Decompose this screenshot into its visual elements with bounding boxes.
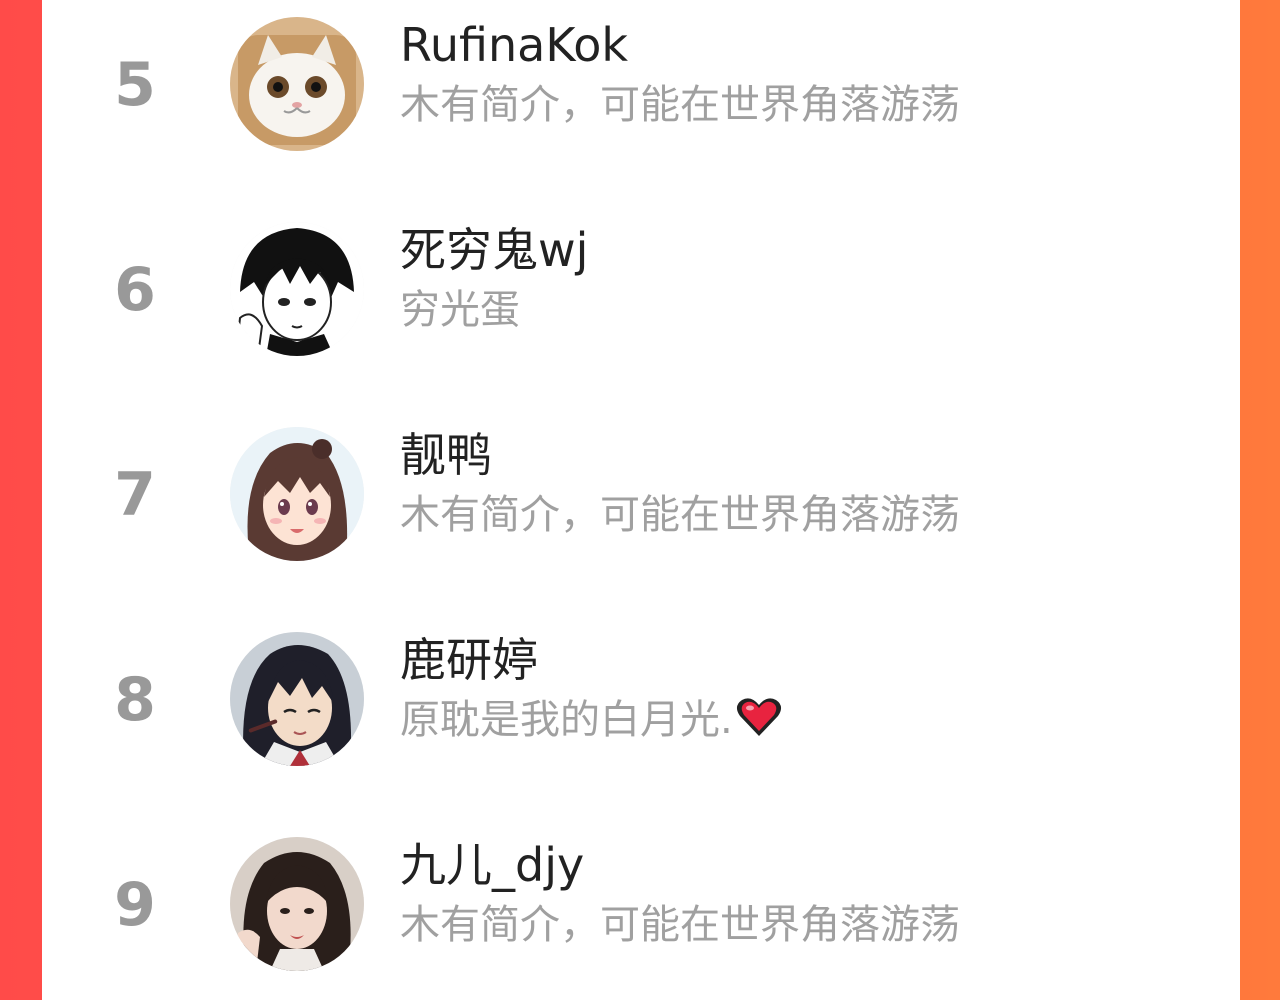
cat-avatar[interactable]	[230, 17, 364, 151]
heart-icon	[735, 696, 783, 740]
ranking-row[interactable]: 5 RufinaKok 木有简介，可能在世界角落游荡	[42, 2, 1240, 208]
user-bio: 木有简介，可能在世界角落游荡	[400, 902, 960, 948]
user-bio: 原耽是我的白月光.	[400, 693, 783, 747]
rank-number: 7	[114, 460, 156, 530]
manga-boy-avatar[interactable]	[230, 222, 364, 356]
user-bio: 木有简介，可能在世界角落游荡	[400, 492, 960, 538]
ranking-row[interactable]: 9 九儿_djy 木有简介，可能在世界角落游荡	[42, 822, 1240, 1000]
user-bio-text: 原耽是我的白月光.	[400, 697, 733, 743]
ranking-card: 5 RufinaKok 木有简介，可能在世界角落游荡 6 死穷鬼wj 穷光蛋 7…	[42, 0, 1240, 1000]
rank-number: 8	[114, 665, 156, 735]
rank-number: 5	[114, 50, 156, 120]
username: 鹿研婷	[400, 633, 538, 687]
ranking-row[interactable]: 6 死穷鬼wj 穷光蛋	[42, 207, 1240, 413]
anime-girl-avatar[interactable]	[230, 427, 364, 561]
cat-avatar-image	[230, 17, 364, 151]
username: 靓鸭	[400, 428, 492, 482]
username: RufinaKok	[400, 18, 629, 72]
photo-girl-avatar[interactable]	[230, 837, 364, 971]
page-background: 5 RufinaKok 木有简介，可能在世界角落游荡 6 死穷鬼wj 穷光蛋 7…	[0, 0, 1280, 1000]
username: 九儿_djy	[400, 838, 585, 892]
photo-girl-avatar-image	[230, 837, 364, 971]
anime-girl-avatar-image	[230, 427, 364, 561]
username: 死穷鬼wj	[400, 223, 589, 277]
manga-boy-avatar-image	[230, 222, 364, 356]
ranking-list: 5 RufinaKok 木有简介，可能在世界角落游荡 6 死穷鬼wj 穷光蛋 7…	[42, 0, 1240, 1000]
anime-man-avatar-image	[230, 632, 364, 766]
user-bio: 木有简介，可能在世界角落游荡	[400, 82, 960, 128]
user-bio: 穷光蛋	[400, 287, 520, 333]
ranking-row[interactable]: 8 鹿研婷 原耽是我的白月光.	[42, 617, 1240, 823]
anime-man-avatar[interactable]	[230, 632, 364, 766]
rank-number: 6	[114, 255, 156, 325]
rank-number: 9	[114, 870, 156, 940]
ranking-row[interactable]: 7 靓鸭 木有简介，可能在世界角落游荡	[42, 412, 1240, 618]
